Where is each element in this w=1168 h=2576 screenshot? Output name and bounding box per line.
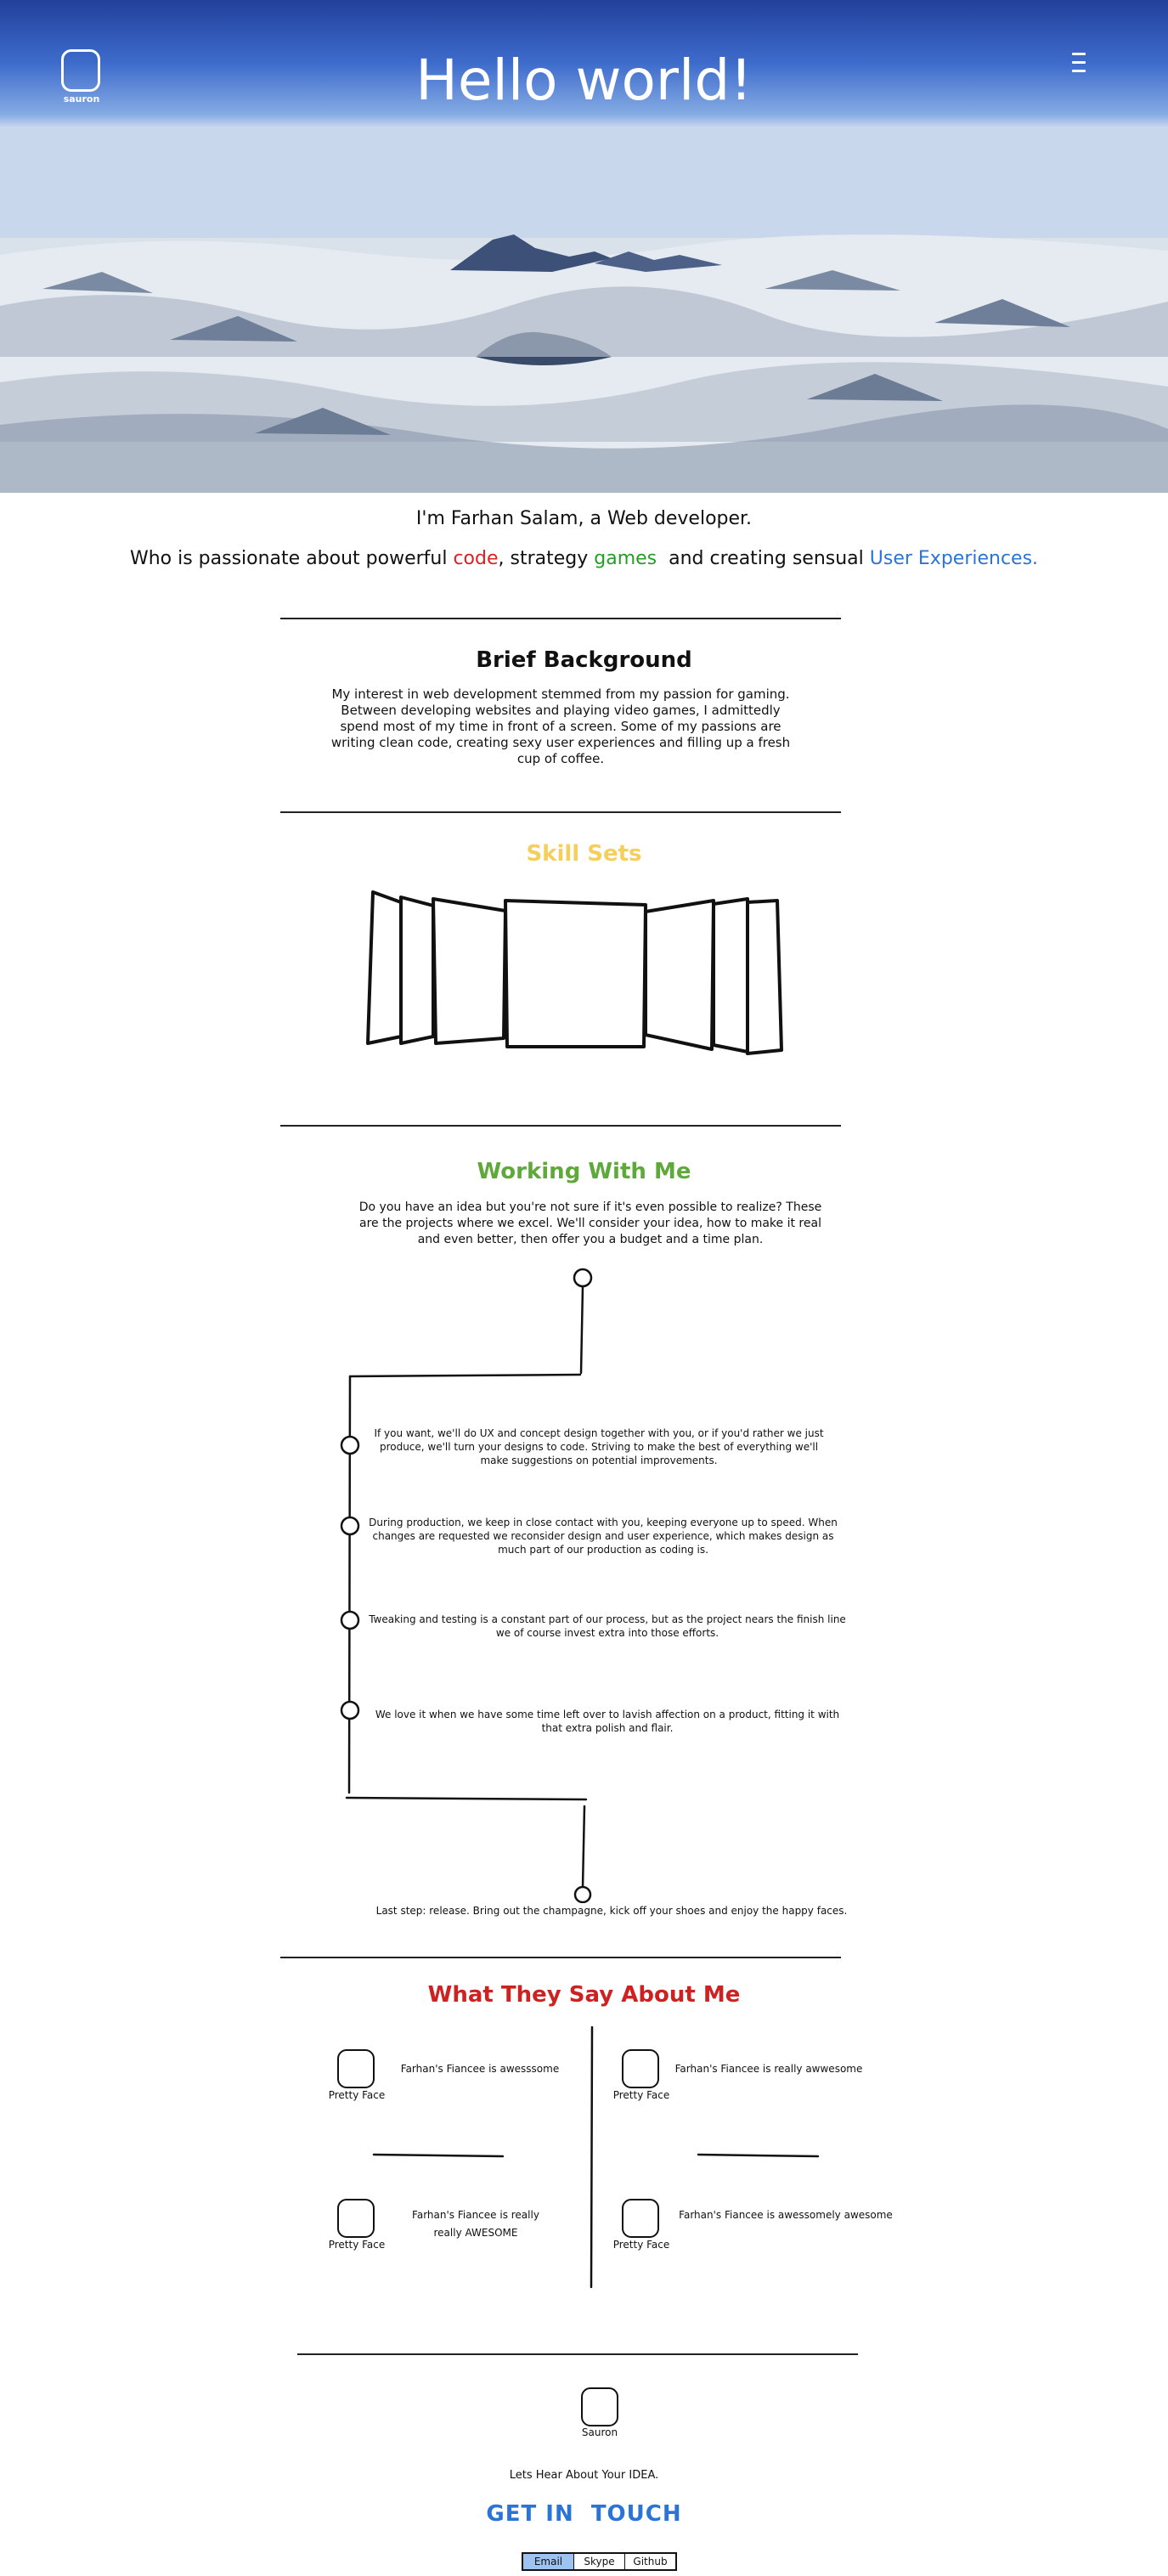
skype-button[interactable]: Skype <box>574 2554 625 2569</box>
carousel-card <box>746 899 783 1055</box>
menu-icon[interactable] <box>1072 53 1086 75</box>
testimonial-dividers <box>372 2025 820 2289</box>
testimonial-quote: Farhan's Fiancee is awessomely awesome <box>679 2209 893 2221</box>
timeline-step: If you want, we'll do UX and concept des… <box>374 1427 824 1466</box>
timeline-step: Tweaking and testing is a constant part … <box>369 1613 846 1639</box>
timeline-release: Last step: release. Bring out the champa… <box>375 1905 848 1917</box>
testimonial-name: Pretty Face <box>612 2239 670 2251</box>
section-divider <box>280 811 841 813</box>
hero-title: Hello world! <box>415 48 753 113</box>
highlight-ux: User Experiences. <box>869 548 1039 569</box>
section-divider <box>280 1125 841 1127</box>
get-in-touch-heading: GET IN TOUCH <box>486 2501 682 2527</box>
avatar <box>337 2049 375 2088</box>
intro-line: I'm Farhan Salam, a Web developer. <box>415 508 753 529</box>
working-title: Working With Me <box>477 1159 691 1184</box>
carousel-card <box>432 897 507 1045</box>
timeline-step: We love it when we have some time left o… <box>375 1709 840 1734</box>
github-button[interactable]: Github <box>625 2554 675 2569</box>
timeline <box>340 1268 593 1903</box>
footer-logo-label: Sauron <box>581 2426 618 2438</box>
carousel-card <box>712 897 749 1054</box>
testimonial-name: Pretty Face <box>328 2089 386 2101</box>
highlight-code: code <box>453 548 499 569</box>
background-text: My interest in web development stemmed f… <box>330 686 791 766</box>
email-button[interactable]: Email <box>523 2554 574 2569</box>
testimonial-quote: Farhan's Fiancee is really really AWESOM… <box>412 2209 539 2239</box>
footer-lead: Lets Hear About Your IDEA. <box>509 2469 659 2482</box>
timeline-step: During production, we keep in close cont… <box>369 1517 838 1556</box>
testimonial-quote: Farhan's Fiancee is really awwesome <box>674 2063 863 2075</box>
carousel-card <box>504 899 647 1048</box>
avatar <box>337 2199 375 2238</box>
footer-logo-icon <box>581 2387 618 2426</box>
section-divider <box>297 2353 858 2355</box>
skills-carousel[interactable] <box>361 884 794 1058</box>
section-divider <box>280 618 841 619</box>
background-title: Brief Background <box>476 647 692 673</box>
testimonial-quote: Farhan's Fiancee is awesssome <box>400 2063 560 2075</box>
carousel-card <box>366 890 403 1045</box>
contact-button-group: Email Skype Github <box>522 2552 677 2571</box>
testimonial-name: Pretty Face <box>612 2089 670 2101</box>
carousel-card <box>644 899 715 1051</box>
avatar <box>622 2199 659 2238</box>
carousel-card <box>399 895 435 1045</box>
testimonials-title: What They Say About Me <box>427 1982 741 2008</box>
testimonial-name: Pretty Face <box>328 2239 386 2251</box>
hero-banner: sauron Hello world! <box>0 0 1168 493</box>
intro-tagline: Who is passionate about powerful code, s… <box>129 548 1039 569</box>
avatar <box>622 2049 659 2088</box>
section-divider <box>280 1957 841 1958</box>
highlight-games: games <box>594 548 657 569</box>
working-text: Do you have an idea but you're not sure … <box>358 1200 822 1246</box>
skills-title: Skill Sets <box>526 841 642 867</box>
